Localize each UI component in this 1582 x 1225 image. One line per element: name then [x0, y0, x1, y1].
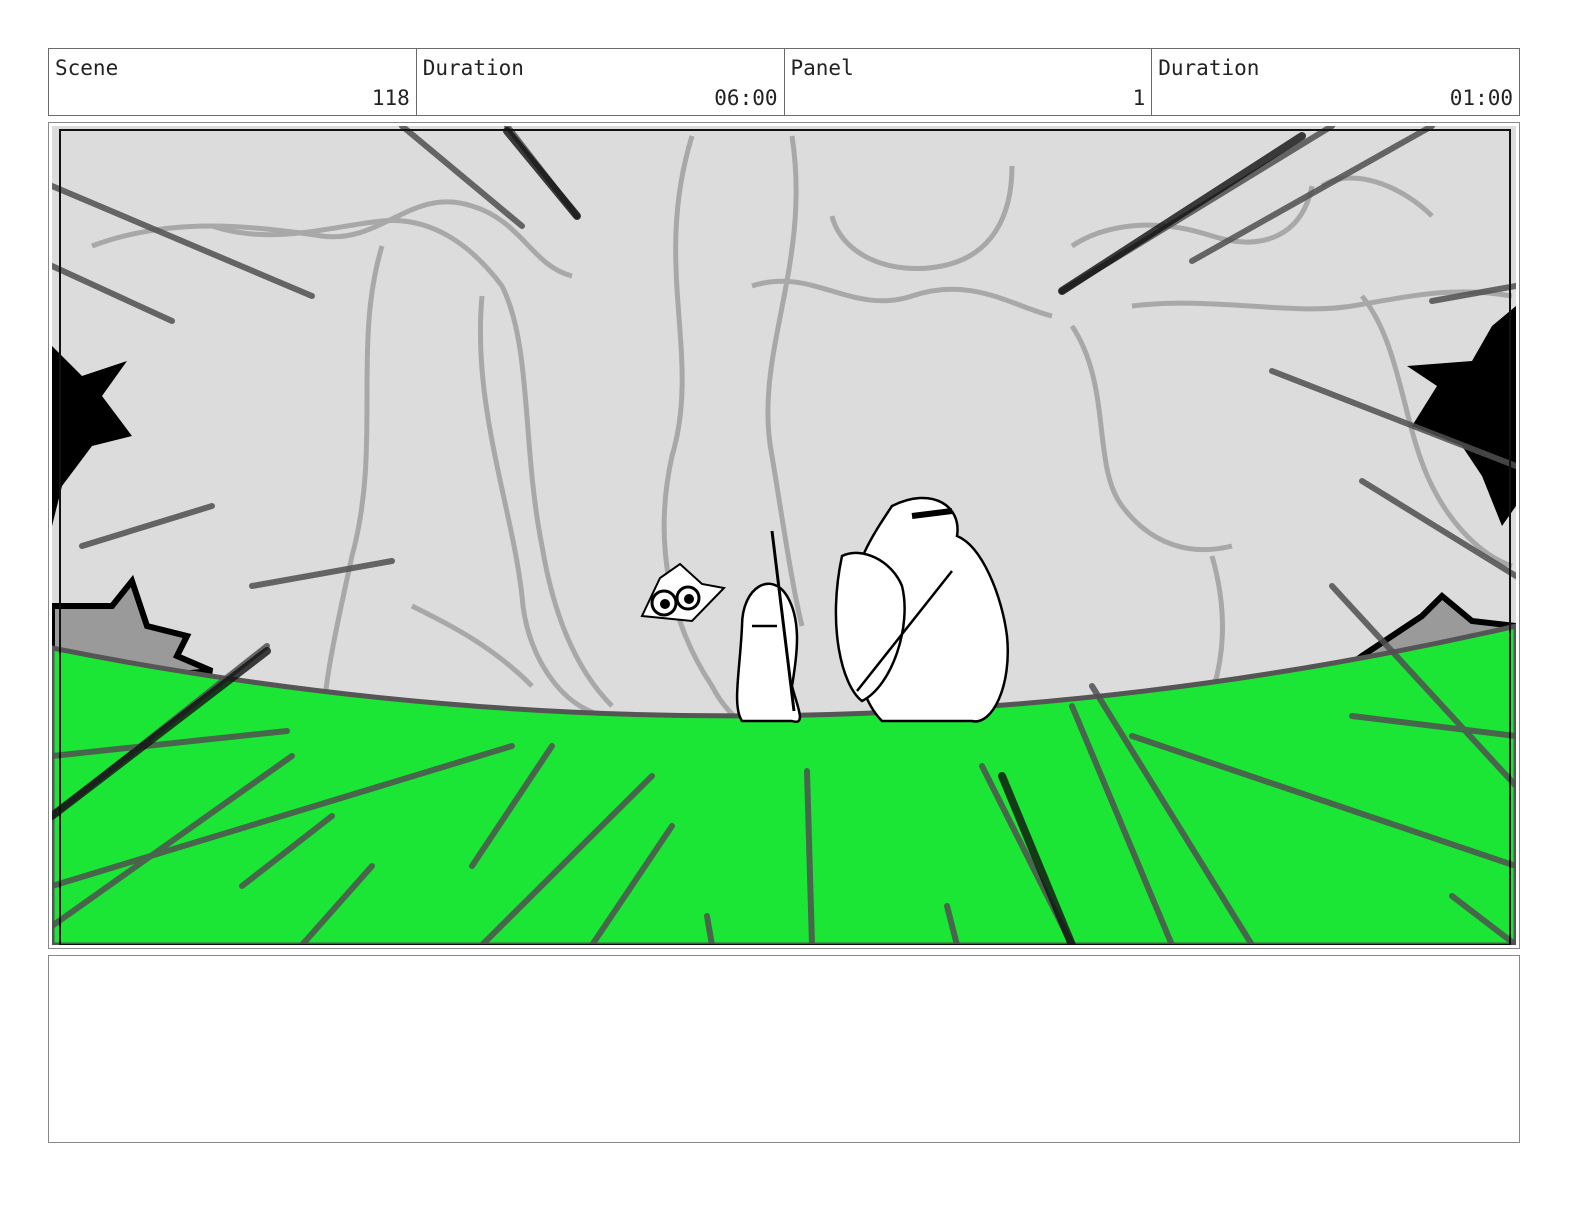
scene-label: Scene	[55, 56, 119, 80]
panel-duration-value: 01:00	[1449, 86, 1513, 110]
scene-number: 118	[371, 86, 410, 110]
panel-number: 1	[1132, 86, 1146, 110]
panel-cell: Panel 1	[785, 49, 1153, 115]
panel-label: Panel	[790, 56, 854, 80]
panel-artwork	[52, 126, 1516, 945]
scene-duration-cell: Duration 06:00	[417, 49, 785, 115]
panel-notes-box[interactable]	[48, 955, 1520, 1143]
panel-header: Scene 118 Duration 06:00 Panel 1 Duratio…	[48, 48, 1520, 116]
panel-duration-cell: Duration 01:00	[1152, 49, 1519, 115]
panel-duration-label: Duration	[1158, 56, 1260, 80]
scene-duration-value: 06:00	[714, 86, 778, 110]
scene-duration-label: Duration	[422, 56, 524, 80]
scene-cell: Scene 118	[49, 49, 417, 115]
storyboard-panel	[48, 122, 1520, 949]
